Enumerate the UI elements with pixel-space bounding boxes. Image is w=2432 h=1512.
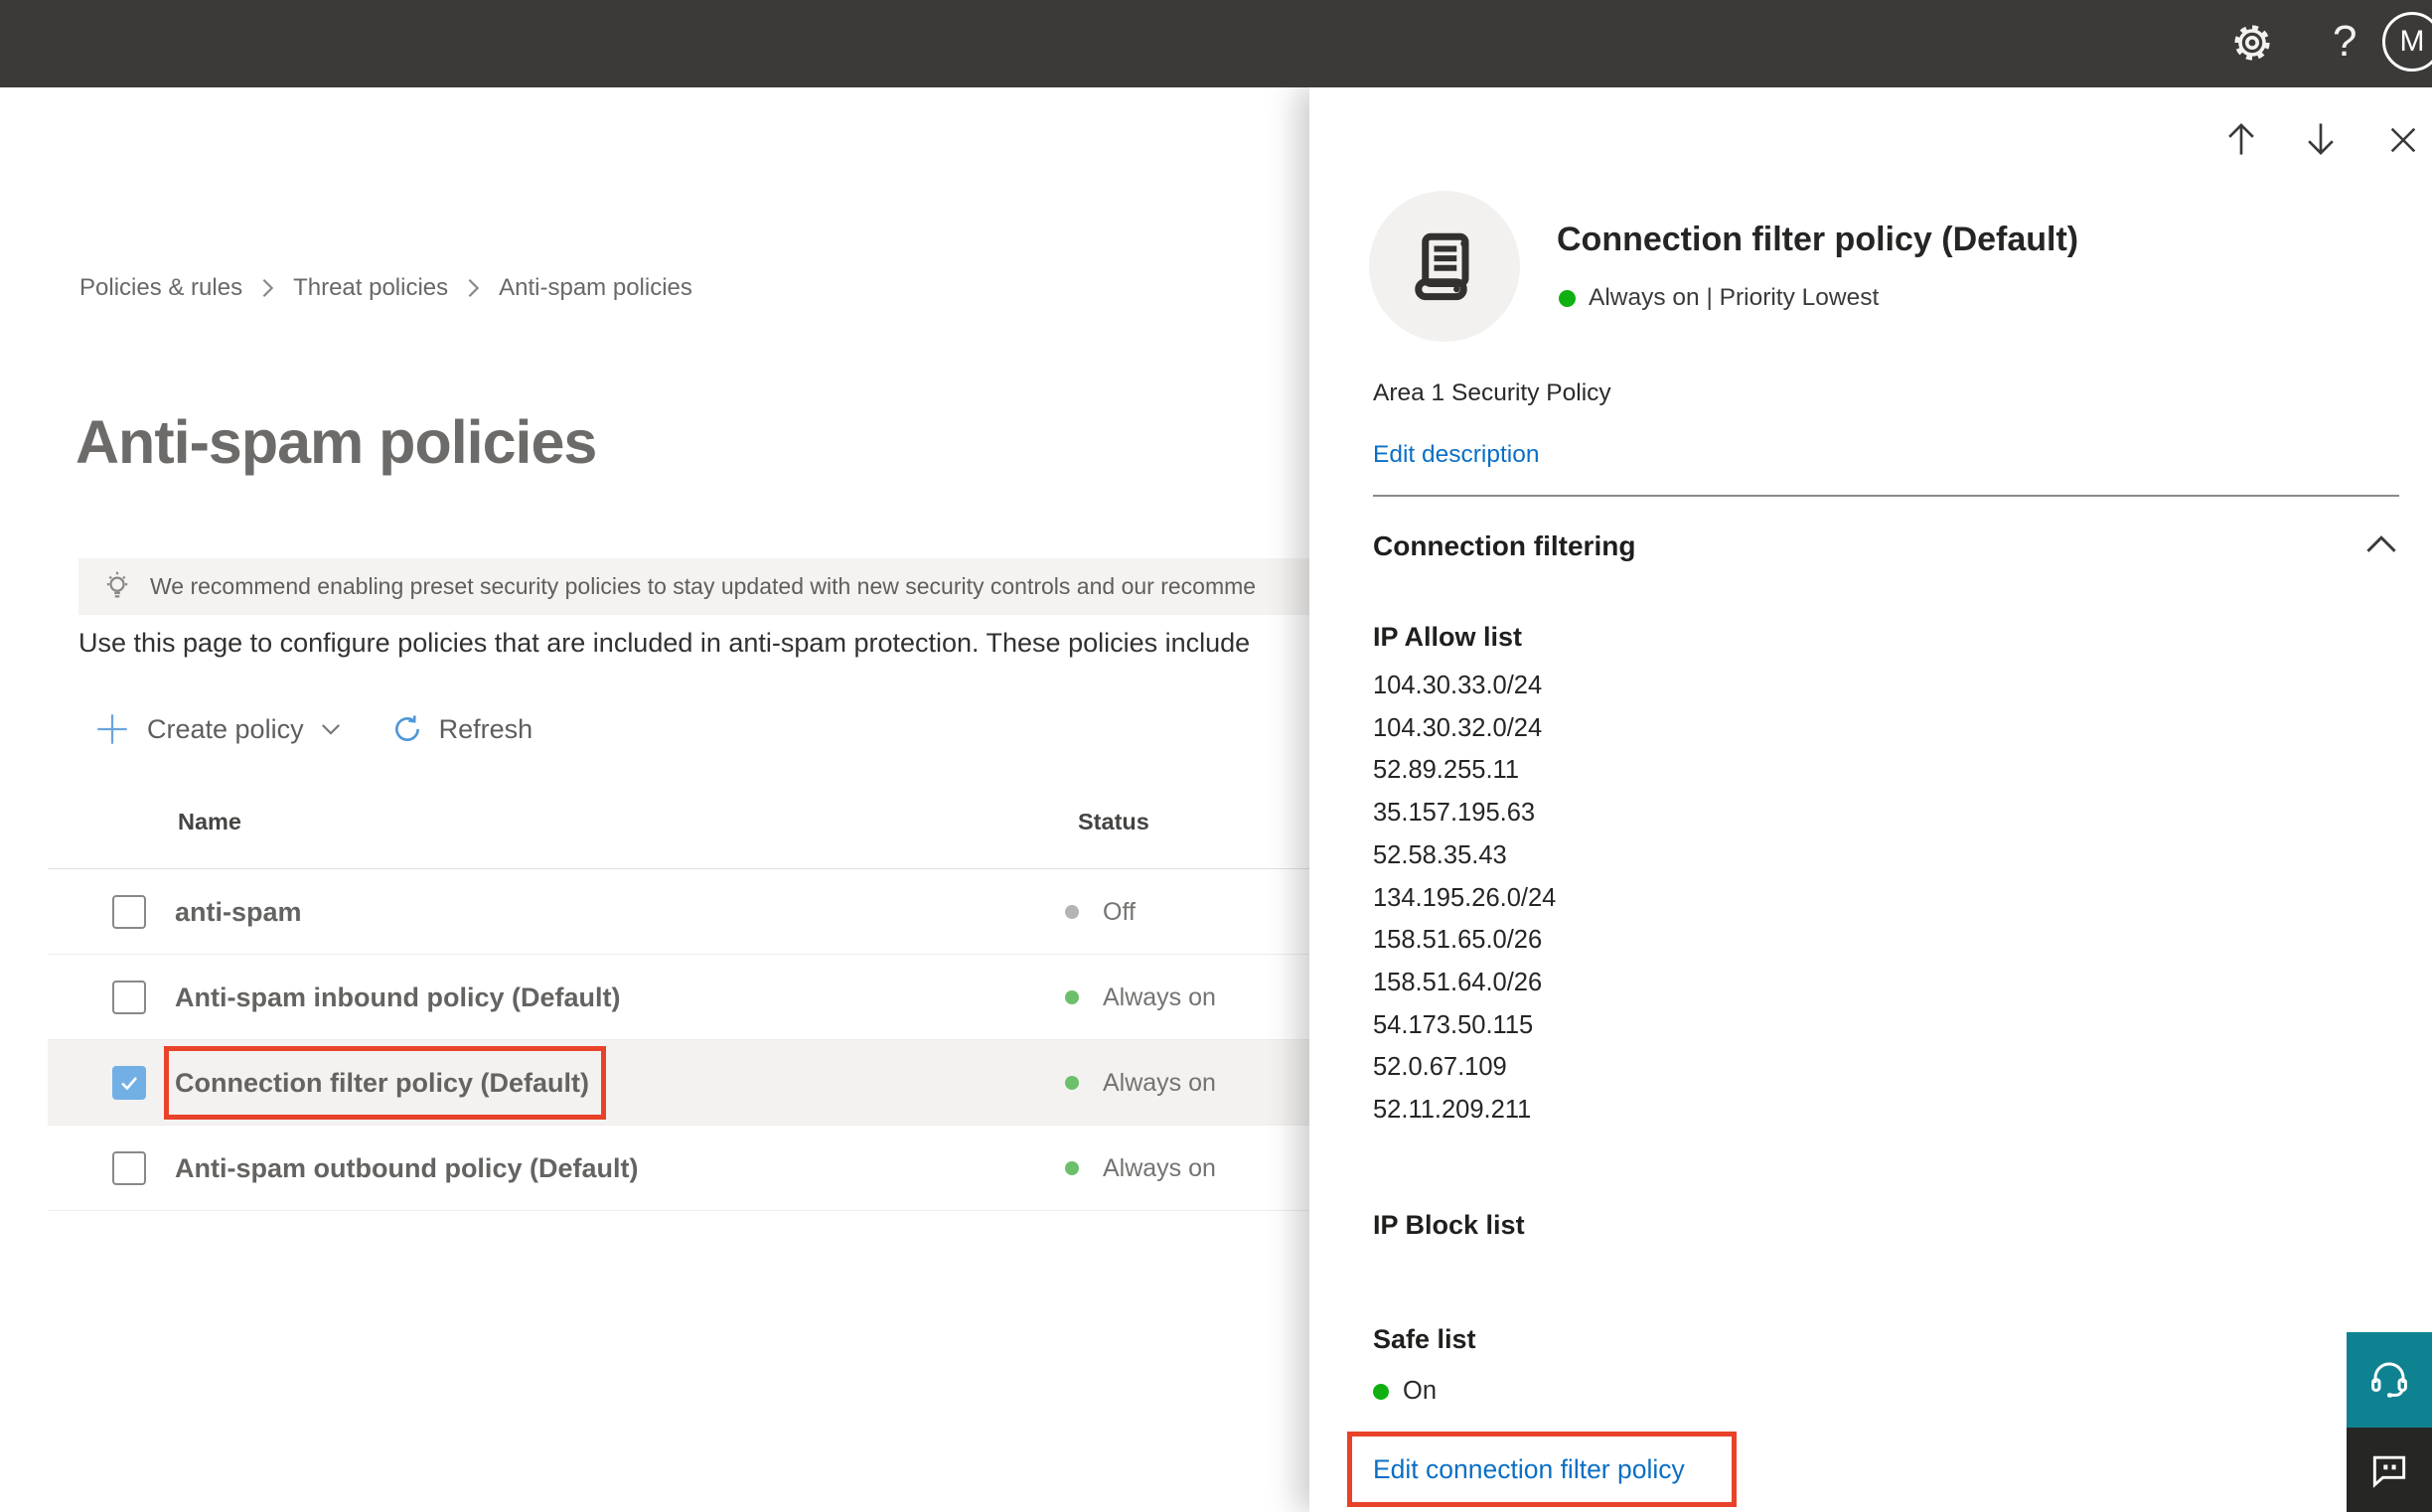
ip-allow-list-heading: IP Allow list [1373, 622, 1523, 652]
policy-table: anti-spam Off Anti-spam inbound policy (… [48, 868, 1470, 1211]
chevron-down-icon [320, 722, 342, 736]
column-header-status[interactable]: Status [1078, 809, 1149, 835]
policy-description: Area 1 Security Policy [1373, 379, 1611, 406]
support-button[interactable] [2347, 1332, 2432, 1428]
row-checkbox[interactable] [112, 1151, 146, 1185]
divider [1373, 495, 2399, 497]
breadcrumb-policies-rules[interactable]: Policies & rules [79, 274, 242, 302]
breadcrumb-threat-policies[interactable]: Threat policies [293, 274, 448, 302]
toolbar: Create policy Refresh [95, 699, 532, 759]
account-avatar[interactable]: M [2382, 12, 2432, 72]
status-badge: Always on [1103, 1153, 1216, 1182]
status-off-dot [1065, 905, 1079, 919]
safe-list-status-text: On [1403, 1377, 1438, 1405]
ip-entry: 52.11.209.211 [1373, 1096, 1532, 1125]
status-cell: Always on [1065, 1040, 1216, 1126]
ip-entry: 35.157.195.63 [1373, 799, 1536, 828]
feedback-button[interactable] [2347, 1428, 2432, 1512]
ip-block-list-heading: IP Block list [1373, 1210, 1525, 1240]
table-row-outbound-policy[interactable]: Anti-spam outbound policy (Default) Alwa… [48, 1126, 1470, 1211]
edit-description-link[interactable]: Edit description [1373, 441, 1540, 469]
next-item-arrow-down-icon[interactable] [2303, 119, 2339, 164]
ip-allow-list: 104.30.33.0/24 104.30.32.0/24 52.89.255.… [1373, 665, 1556, 1132]
refresh-icon [391, 713, 423, 745]
ip-entry: 158.51.64.0/26 [1373, 968, 1543, 996]
ip-entry: 52.0.67.109 [1373, 1053, 1507, 1082]
status-on-dot [1065, 1161, 1079, 1175]
row-checkbox[interactable] [112, 895, 146, 929]
table-row-connection-filter-policy[interactable]: Connection filter policy (Default) Alway… [48, 1040, 1470, 1126]
ip-entry: 54.173.50.115 [1373, 1010, 1534, 1039]
safe-list-heading: Safe list [1373, 1324, 1476, 1354]
help-icon[interactable]: ? [2333, 20, 2356, 64]
close-icon[interactable] [2386, 123, 2420, 162]
policy-name: Anti-spam inbound policy (Default) [175, 982, 621, 1012]
page-title: Anti-spam policies [76, 408, 597, 476]
ip-entry: 52.58.35.43 [1373, 840, 1507, 869]
policy-name: anti-spam [175, 896, 302, 927]
status-cell: Always on [1065, 955, 1216, 1040]
page-description: Use this page to configure policies that… [78, 628, 1251, 658]
breadcrumb: Policies & rules Threat policies Anti-sp… [79, 274, 692, 302]
create-policy-label: Create policy [147, 713, 304, 744]
status-on-dot [1065, 1076, 1079, 1090]
checkmark-icon [121, 1077, 137, 1091]
breadcrumb-anti-spam-policies[interactable]: Anti-spam policies [499, 274, 692, 302]
headset-icon [2365, 1356, 2413, 1404]
policy-name: Anti-spam outbound policy (Default) [175, 1152, 639, 1183]
status-badge: Always on [1103, 983, 1216, 1011]
policy-name: Connection filter policy (Default) [175, 1067, 590, 1098]
previous-item-arrow-up-icon[interactable] [2223, 119, 2259, 164]
chevron-right-icon [260, 277, 275, 299]
status-cell: Always on [1065, 1126, 1216, 1211]
refresh-button[interactable]: Refresh [391, 713, 533, 745]
panel-title: Connection filter policy (Default) [1557, 221, 2079, 258]
ip-entry: 158.51.65.0/26 [1373, 926, 1543, 955]
collapse-chevron-up-icon[interactable] [2364, 532, 2398, 561]
table-row-anti-spam[interactable]: anti-spam Off [48, 869, 1470, 955]
row-checkbox-checked[interactable] [112, 1066, 146, 1100]
edit-connection-filter-policy-link[interactable]: Edit connection filter policy [1373, 1454, 1685, 1485]
ip-entry: 52.89.255.11 [1373, 756, 1519, 785]
details-flyout-panel: Connection filter policy (Default) Alway… [1309, 87, 2432, 1512]
status-on-dot [1065, 990, 1079, 1004]
lightbulb-icon [100, 567, 134, 607]
status-badge: Always on [1103, 1068, 1216, 1097]
chevron-right-icon [466, 277, 481, 299]
scroll-policy-icon [1403, 225, 1486, 308]
feedback-bubble-icon [2367, 1448, 2411, 1492]
banner-text: We recommend enabling preset security po… [150, 573, 1257, 599]
create-policy-button[interactable]: Create policy [95, 712, 342, 746]
status-on-dot [1559, 289, 1576, 307]
safe-list-status: On [1373, 1377, 1437, 1406]
ip-entry: 104.30.33.0/24 [1373, 672, 1543, 699]
section-connection-filtering: Connection filtering [1373, 530, 1636, 561]
settings-gear-icon[interactable] [2228, 19, 2276, 72]
policy-avatar [1369, 191, 1520, 342]
ip-entry: 104.30.32.0/24 [1373, 713, 1543, 742]
panel-status-line: Always on | Priority Lowest [1559, 284, 1879, 312]
status-on-dot [1373, 1383, 1389, 1400]
ip-entry: 134.195.26.0/24 [1373, 883, 1557, 912]
top-app-bar: ? M [0, 0, 2432, 87]
status-cell: Off [1065, 869, 1136, 955]
annotation-box-edit-link: Edit connection filter policy [1347, 1432, 1737, 1507]
table-row-inbound-policy[interactable]: Anti-spam inbound policy (Default) Alway… [48, 955, 1470, 1040]
status-badge: Off [1103, 897, 1136, 926]
plus-icon [95, 712, 129, 746]
column-header-name[interactable]: Name [178, 809, 241, 835]
refresh-label: Refresh [438, 713, 533, 744]
panel-status-text: Always on | Priority Lowest [1589, 284, 1880, 311]
row-checkbox[interactable] [112, 981, 146, 1014]
